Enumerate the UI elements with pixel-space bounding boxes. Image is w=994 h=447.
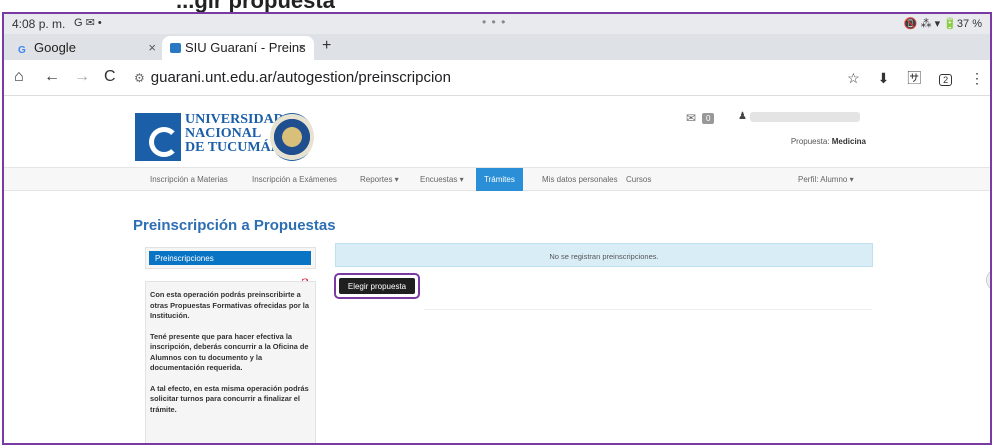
page-title: Preinscripción a Propuestas (133, 217, 336, 234)
site-settings-icon[interactable]: ⚙ (134, 71, 145, 85)
google-icon: G (18, 45, 26, 56)
info-box: Con esta operación podrás preinscribirte… (145, 281, 316, 443)
reload-icon[interactable]: C (104, 68, 116, 86)
menu-tramites[interactable]: Trámites (476, 168, 523, 191)
user-name-redacted[interactable] (750, 112, 860, 122)
menu-inscripcion-examenes[interactable]: Inscripción a Exámenes (252, 168, 337, 191)
close-icon[interactable]: × (148, 40, 156, 55)
tab-label: SIU Guaraní - Preins (185, 40, 306, 55)
divider (424, 309, 872, 310)
close-icon[interactable]: × (298, 40, 306, 55)
status-dots: • • • (482, 15, 507, 29)
info-paragraph: A tal efecto, en esta misma operación po… (150, 383, 309, 414)
siu-favicon-icon (170, 43, 181, 53)
main-menu: Inscripción a Materias Inscripción a Exá… (4, 167, 990, 191)
status-time: 4:08 p. m. (12, 17, 66, 31)
home-icon[interactable]: ⌂ (14, 68, 24, 86)
menu-inscripcion-materias[interactable]: Inscripción a Materias (150, 168, 228, 191)
menu-mis-datos[interactable]: Mis datos personales (542, 168, 618, 191)
info-paragraph: Tené presente que para hacer efectiva la… (150, 331, 309, 373)
propuesta-info: Propuesta: Medicina (790, 137, 866, 146)
user-icon: ♟ (738, 111, 747, 122)
guarani-logo-icon (135, 113, 181, 161)
no-preinscriptions-notice: No se registran preinscripciones. (335, 243, 873, 267)
download-icon[interactable]: ⬇ (878, 70, 890, 86)
sidebar-heading[interactable]: Preinscripciones (149, 251, 311, 265)
address-bar-row: ⌂ ← → C ⚙ guarani.unt.edu.ar/autogestion/… (4, 60, 990, 96)
tab-google[interactable]: G Google × (10, 36, 156, 60)
elegir-propuesta-button[interactable]: Elegir propuesta (339, 278, 415, 294)
bookmark-star-icon[interactable]: ☆ (847, 70, 860, 86)
mail-icon[interactable]: ✉ (686, 111, 696, 125)
logo-text: UNIVERSIDAD NACIONAL DE TUCUMÁN (185, 112, 284, 155)
tab-siu-guarani[interactable]: SIU Guaraní - Preins × (162, 36, 314, 60)
back-icon[interactable]: ← (44, 68, 60, 86)
new-tab-button[interactable]: + (322, 37, 331, 55)
university-seal-icon (270, 113, 314, 161)
url-text: guarani.unt.edu.ar/autogestion/preinscri… (150, 69, 451, 86)
status-right-icons: 📵 ⁂ ▾ 🔋37 % (903, 18, 982, 30)
info-paragraph: Con esta operación podrás preinscribirte… (150, 290, 309, 320)
tab-label: Google (34, 40, 76, 55)
header-user-area: ✉ 0 ♟ Propuesta: Medicina (686, 109, 886, 149)
site-content: UNIVERSIDAD NACIONAL DE TUCUMÁN ✉ 0 ♟ Pr… (4, 97, 990, 443)
screenshot-frame: 4:08 p. m. G ✉ • • • • 📵 ⁂ ▾ 🔋37 % G Goog… (2, 12, 992, 445)
menu-icon[interactable]: ⋮ (970, 70, 984, 86)
status-bar: 4:08 p. m. G ✉ • • • • 📵 ⁂ ▾ 🔋37 % (4, 14, 990, 34)
menu-reportes[interactable]: Reportes ▾ (360, 168, 399, 191)
url-field[interactable]: ⚙ guarani.unt.edu.ar/autogestion/preinscr… (134, 66, 934, 90)
status-left-icons: G ✉ • (74, 17, 102, 29)
toolbar-icons: ☆ ⬇ 🈂 2 ⋮ (833, 68, 984, 88)
tab-count-icon[interactable]: 2 (939, 74, 953, 86)
university-logo[interactable]: UNIVERSIDAD NACIONAL DE TUCUMÁN (135, 105, 320, 165)
mail-count-badge[interactable]: 0 (702, 113, 715, 124)
translate-icon[interactable]: 🈂 (907, 70, 921, 86)
forward-icon[interactable]: → (74, 68, 90, 86)
edge-scroll-handle[interactable] (986, 269, 990, 291)
tab-strip: G Google × SIU Guaraní - Preins × + (4, 34, 990, 60)
menu-encuestas[interactable]: Encuestas ▾ (420, 168, 464, 191)
perfil-dropdown[interactable]: Perfil: Alumno ▾ (798, 175, 854, 184)
menu-cursos[interactable]: Cursos (626, 168, 651, 191)
button-highlight: Elegir propuesta (334, 273, 420, 299)
